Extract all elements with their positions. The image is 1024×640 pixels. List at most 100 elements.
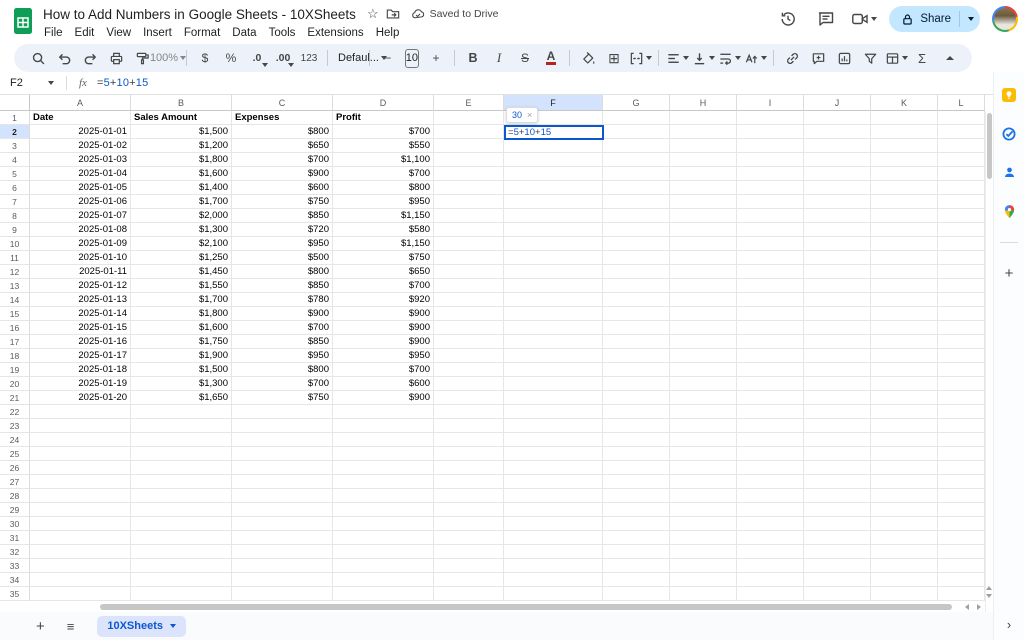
- cell-F5[interactable]: [504, 167, 603, 181]
- cell-I13[interactable]: [737, 279, 804, 293]
- cell-F4[interactable]: [504, 153, 603, 167]
- menu-help[interactable]: Help: [370, 26, 406, 40]
- cell-K4[interactable]: [871, 153, 938, 167]
- cell-A16[interactable]: 2025-01-15: [30, 321, 131, 335]
- format-percent-button[interactable]: %: [219, 46, 243, 70]
- cell-C8[interactable]: $850: [232, 209, 333, 223]
- cell-E1[interactable]: [434, 111, 504, 125]
- cell-H29[interactable]: [670, 503, 737, 517]
- cell-G15[interactable]: [603, 307, 670, 321]
- cell-I6[interactable]: [737, 181, 804, 195]
- cell-G13[interactable]: [603, 279, 670, 293]
- cell-B32[interactable]: [131, 545, 232, 559]
- cell-G28[interactable]: [603, 489, 670, 503]
- cell-H15[interactable]: [670, 307, 737, 321]
- cell-K24[interactable]: [871, 433, 938, 447]
- cell-G19[interactable]: [603, 363, 670, 377]
- cell-G22[interactable]: [603, 405, 670, 419]
- cell-K34[interactable]: [871, 573, 938, 587]
- document-title[interactable]: How to Add Numbers in Google Sheets - 10…: [43, 7, 356, 22]
- cell-G33[interactable]: [603, 559, 670, 573]
- cell-D19[interactable]: $700: [333, 363, 434, 377]
- cell-K26[interactable]: [871, 461, 938, 475]
- cell-L7[interactable]: [938, 195, 985, 209]
- cell-G11[interactable]: [603, 251, 670, 265]
- number-format-button[interactable]: 123: [297, 46, 321, 70]
- cell-K21[interactable]: [871, 391, 938, 405]
- cell-G14[interactable]: [603, 293, 670, 307]
- cell-G32[interactable]: [603, 545, 670, 559]
- cell-E3[interactable]: [434, 139, 504, 153]
- cell-D7[interactable]: $950: [333, 195, 434, 209]
- cell-B1[interactable]: Sales Amount: [131, 111, 232, 125]
- cell-K9[interactable]: [871, 223, 938, 237]
- cell-C10[interactable]: $950: [232, 237, 333, 251]
- row-header-9[interactable]: 9: [0, 223, 30, 237]
- cell-L10[interactable]: [938, 237, 985, 251]
- cell-C34[interactable]: [232, 573, 333, 587]
- cell-C11[interactable]: $500: [232, 251, 333, 265]
- cell-A25[interactable]: [30, 447, 131, 461]
- cell-F26[interactable]: [504, 461, 603, 475]
- cell-A33[interactable]: [30, 559, 131, 573]
- horizontal-scrollbar[interactable]: [0, 602, 985, 612]
- cell-J22[interactable]: [804, 405, 871, 419]
- cell-J28[interactable]: [804, 489, 871, 503]
- print-button[interactable]: [104, 46, 128, 70]
- row-header-8[interactable]: 8: [0, 209, 30, 223]
- cell-H26[interactable]: [670, 461, 737, 475]
- row-header-33[interactable]: 33: [0, 559, 30, 573]
- cell-G5[interactable]: [603, 167, 670, 181]
- row-header-1[interactable]: 1: [0, 111, 30, 125]
- cell-F28[interactable]: [504, 489, 603, 503]
- row-header-34[interactable]: 34: [0, 573, 30, 587]
- cell-L11[interactable]: [938, 251, 985, 265]
- cell-H10[interactable]: [670, 237, 737, 251]
- scroll-left-icon[interactable]: [965, 604, 969, 610]
- menu-view[interactable]: View: [100, 26, 137, 40]
- cell-J18[interactable]: [804, 349, 871, 363]
- cell-G3[interactable]: [603, 139, 670, 153]
- cell-B21[interactable]: $1,650: [131, 391, 232, 405]
- cell-H5[interactable]: [670, 167, 737, 181]
- cell-E7[interactable]: [434, 195, 504, 209]
- cell-E14[interactable]: [434, 293, 504, 307]
- cell-L22[interactable]: [938, 405, 985, 419]
- cell-G23[interactable]: [603, 419, 670, 433]
- cell-B4[interactable]: $1,800: [131, 153, 232, 167]
- cell-E19[interactable]: [434, 363, 504, 377]
- comment-history-icon[interactable]: [813, 6, 839, 32]
- cell-F23[interactable]: [504, 419, 603, 433]
- cell-H21[interactable]: [670, 391, 737, 405]
- text-rotation-button[interactable]: [743, 46, 767, 70]
- cell-C24[interactable]: [232, 433, 333, 447]
- cell-I2[interactable]: [737, 125, 804, 139]
- cell-L29[interactable]: [938, 503, 985, 517]
- select-all-corner[interactable]: [0, 95, 30, 111]
- cell-A31[interactable]: [30, 531, 131, 545]
- font-size-input[interactable]: 10: [405, 49, 419, 68]
- cell-L30[interactable]: [938, 517, 985, 531]
- font-family-select[interactable]: Defaul...: [334, 46, 363, 70]
- cell-E13[interactable]: [434, 279, 504, 293]
- cell-A27[interactable]: [30, 475, 131, 489]
- cell-L18[interactable]: [938, 349, 985, 363]
- cell-D16[interactable]: $900: [333, 321, 434, 335]
- cell-B14[interactable]: $1,700: [131, 293, 232, 307]
- cell-A26[interactable]: [30, 461, 131, 475]
- search-icon[interactable]: [26, 46, 50, 70]
- cell-H32[interactable]: [670, 545, 737, 559]
- cell-J21[interactable]: [804, 391, 871, 405]
- cell-H8[interactable]: [670, 209, 737, 223]
- horizontal-scrollbar-thumb[interactable]: [100, 604, 952, 610]
- cell-F14[interactable]: [504, 293, 603, 307]
- hide-toolbar-button[interactable]: [938, 46, 962, 70]
- cell-B26[interactable]: [131, 461, 232, 475]
- cell-H35[interactable]: [670, 587, 737, 601]
- cell-D21[interactable]: $900: [333, 391, 434, 405]
- cell-E2[interactable]: [434, 125, 504, 139]
- cell-F35[interactable]: [504, 587, 603, 601]
- cell-J8[interactable]: [804, 209, 871, 223]
- scroll-down-icon[interactable]: [986, 594, 992, 598]
- format-currency-button[interactable]: $: [193, 46, 217, 70]
